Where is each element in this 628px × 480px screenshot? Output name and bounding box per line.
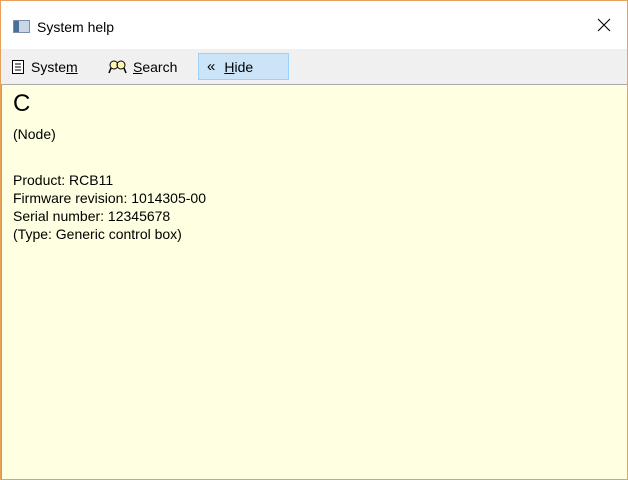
toolbar: System Search « Hide	[1, 49, 627, 85]
serial-line: Serial number: 12345678	[13, 208, 171, 224]
title-bar[interactable]: System help	[1, 1, 627, 49]
node-name: C	[13, 90, 31, 117]
window-icon	[13, 20, 30, 33]
chevron-double-left-icon: «	[207, 58, 216, 75]
firmware-line: Firmware revision: 1014305-00	[13, 190, 206, 206]
help-content: C (Node) Product: RCB11 Firmware revisio…	[1, 85, 627, 479]
node-info: Product: RCB11 Firmware revision: 101430…	[13, 171, 206, 243]
document-list-icon	[10, 59, 26, 75]
node-type: (Node)	[13, 126, 56, 142]
hide-button[interactable]: « Hide	[198, 53, 289, 80]
close-icon	[597, 18, 611, 32]
close-button[interactable]	[581, 1, 627, 49]
window-title: System help	[37, 19, 115, 35]
product-line: Product: RCB11	[13, 172, 114, 188]
hide-button-label: Hide	[224, 58, 254, 75]
system-help-window: System help System Search « Hide C (Node…	[0, 0, 628, 480]
type-line: (Type: Generic control box)	[13, 226, 182, 242]
system-button-label: System	[31, 58, 78, 75]
search-icon	[108, 59, 128, 75]
system-button[interactable]: System	[10, 53, 78, 80]
search-button[interactable]: Search	[108, 53, 177, 80]
search-button-label: Search	[133, 58, 178, 75]
